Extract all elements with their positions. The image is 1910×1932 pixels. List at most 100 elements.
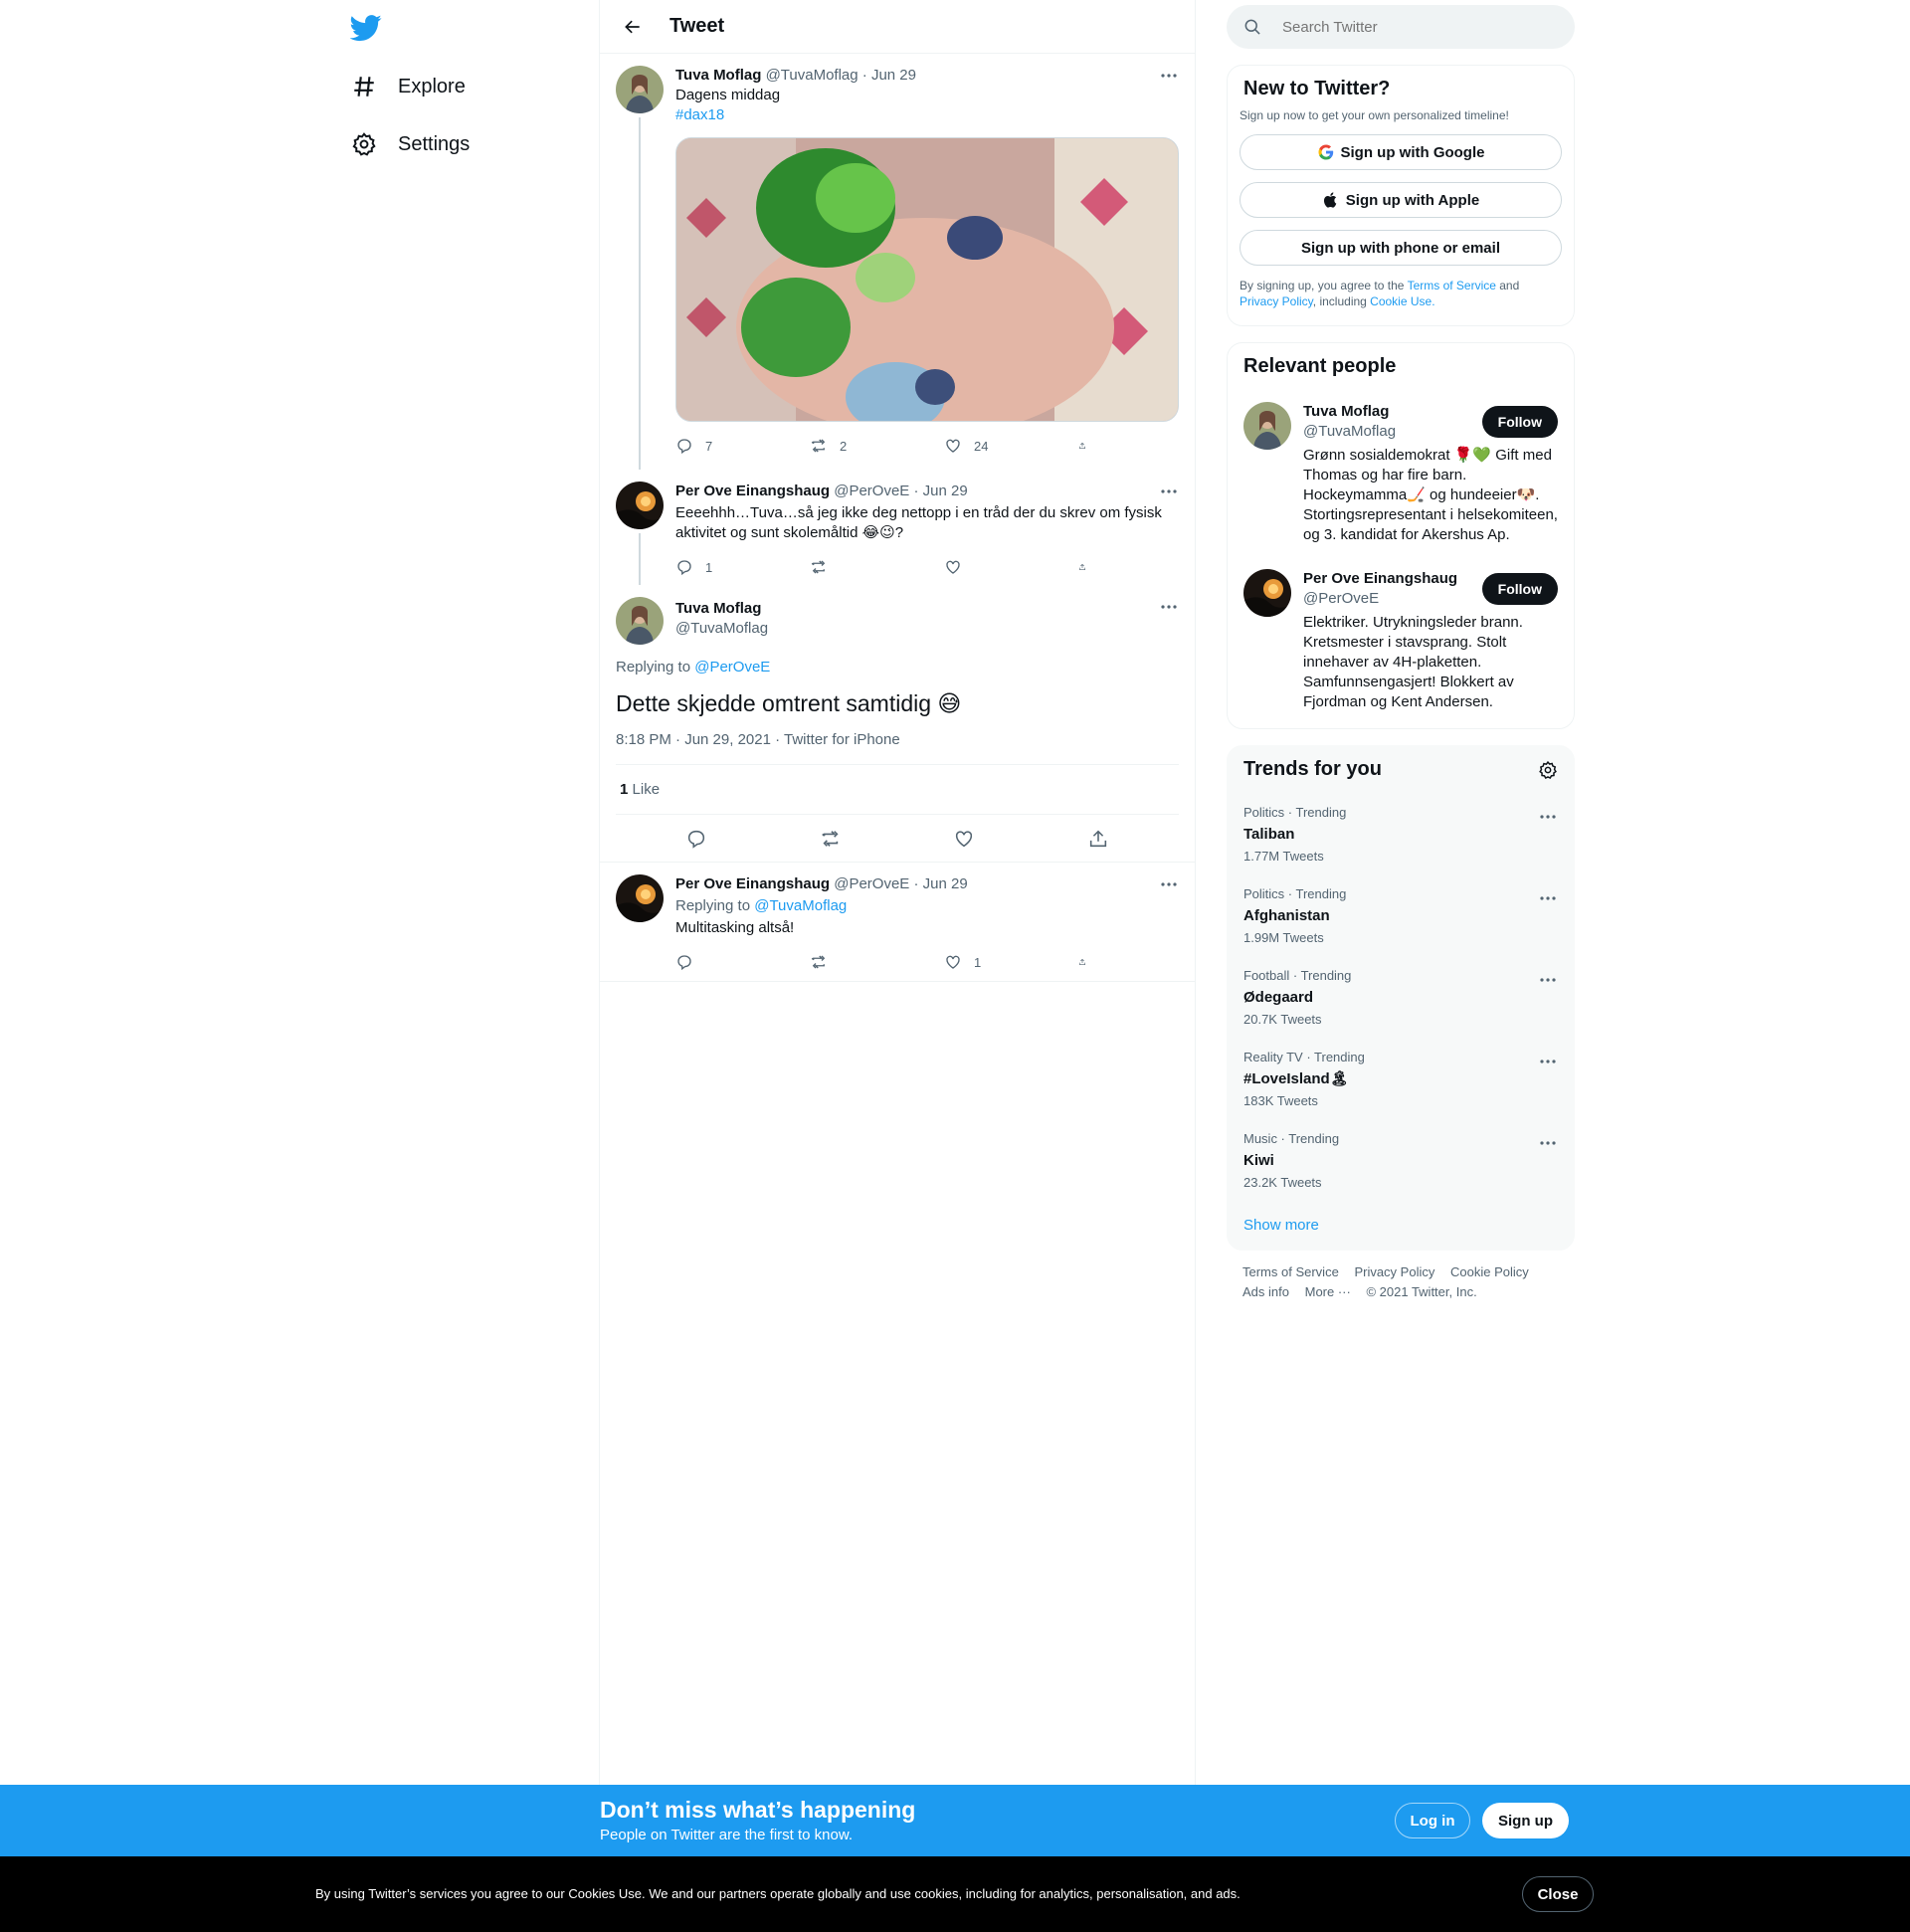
search-input[interactable] (1282, 18, 1541, 36)
author-handle[interactable]: @PerOveE (834, 874, 909, 894)
author-name[interactable]: Per Ove Einangshaug (675, 874, 830, 894)
trend-item[interactable]: Football · Trending Ødegaard 20.7K Tweet… (1228, 956, 1574, 1038)
terms-link[interactable]: Terms of Service (1408, 279, 1496, 292)
signup-banner: Don’t miss what’s happening People on Tw… (0, 1785, 1910, 1856)
trend-name: Kiwi (1243, 1152, 1274, 1169)
share-button[interactable] (1078, 953, 1098, 971)
retweet-icon (811, 560, 826, 574)
more-icon[interactable] (1159, 482, 1179, 501)
signup-phone-label: Sign up with phone or email (1300, 239, 1500, 257)
back-arrow-icon[interactable] (616, 10, 650, 44)
more-icon[interactable] (1538, 1052, 1558, 1076)
tweet-photo[interactable] (675, 137, 1179, 422)
more-icon[interactable] (1538, 1133, 1558, 1158)
heart-icon[interactable] (953, 828, 975, 850)
signup-button[interactable]: Sign up (1482, 1803, 1569, 1838)
hashtag-link[interactable]: #dax18 (675, 106, 724, 123)
mention-link[interactable]: @TuvaMoflag (754, 897, 847, 914)
follow-button[interactable]: Follow (1481, 573, 1558, 605)
cookie-close-button[interactable]: Close (1522, 1876, 1594, 1912)
avatar[interactable] (1243, 402, 1291, 450)
trend-context: Music · Trending (1243, 1131, 1340, 1146)
author-handle[interactable]: @TuvaMoflag (675, 619, 768, 639)
share-button[interactable] (1078, 437, 1098, 455)
privacy-link[interactable]: Privacy Policy (1240, 294, 1313, 308)
more-icon[interactable] (1159, 597, 1179, 617)
cookie-link[interactable]: Cookie Use. (1370, 294, 1434, 308)
author-handle[interactable]: @PerOveE (834, 482, 909, 501)
trend-count: 183K Tweets (1243, 1093, 1318, 1108)
search-box[interactable] (1227, 5, 1575, 49)
signup-google-button[interactable]: Sign up with Google (1240, 134, 1562, 170)
heart-icon (946, 439, 960, 453)
more-icon[interactable] (1538, 970, 1558, 995)
share-icon[interactable] (1087, 828, 1109, 850)
apple-icon (1323, 192, 1337, 208)
like-stats[interactable]: 1 Like (616, 765, 1179, 815)
person-item[interactable]: Per Ove Einangshaug @PerOveE Elektriker.… (1228, 557, 1574, 724)
footer-terms-link[interactable]: Terms of Service (1242, 1264, 1339, 1279)
reply-button[interactable]: 1 (675, 558, 765, 576)
show-more-link[interactable]: Show more (1228, 1201, 1574, 1250)
retweet-button[interactable] (810, 558, 899, 576)
retweet-icon[interactable] (820, 828, 842, 850)
footer-ads-link[interactable]: Ads info (1242, 1284, 1289, 1299)
tweet-meta[interactable]: 8:18 PM · Jun 29, 2021 · Twitter for iPh… (616, 731, 1179, 765)
mention-link[interactable]: @PerOveE (694, 659, 770, 676)
nav-explore[interactable]: Explore (350, 62, 466, 111)
avatar[interactable] (616, 874, 664, 922)
tweet-date[interactable]: · Jun 29 (913, 482, 967, 501)
footer-cookie-link[interactable]: Cookie Policy (1450, 1264, 1529, 1279)
trend-item[interactable]: Reality TV · Trending #LoveIsland🏝 183K … (1228, 1038, 1574, 1119)
footer-copyright: © 2021 Twitter, Inc. (1366, 1284, 1477, 1299)
more-icon[interactable] (1159, 874, 1179, 894)
author-handle[interactable]: @TuvaMoflag (766, 66, 859, 86)
reply-tweet[interactable]: Per Ove Einangshaug @PerOveE · Jun 29 Re… (600, 863, 1195, 982)
person-item[interactable]: Tuva Moflag @TuvaMoflag Grønn sosialdemo… (1228, 390, 1574, 557)
avatar[interactable] (1243, 569, 1291, 617)
avatar[interactable] (616, 66, 664, 113)
more-icon[interactable] (1538, 807, 1558, 832)
trend-item[interactable]: Politics · Trending Taliban 1.77M Tweets (1228, 793, 1574, 874)
thread-tweet[interactable]: Tuva Moflag @TuvaMoflag · Jun 29 Dagens … (600, 54, 1195, 470)
cookie-banner: By using Twitter’s services you agree to… (0, 1856, 1910, 1932)
reply-button[interactable] (675, 953, 765, 971)
avatar[interactable] (616, 482, 664, 529)
like-button[interactable]: 1 (944, 953, 1034, 971)
like-button[interactable] (944, 558, 1034, 576)
signup-apple-button[interactable]: Sign up with Apple (1240, 182, 1562, 218)
legal-text: By signing up, you agree to the Terms of… (1240, 278, 1562, 309)
author-name[interactable]: Tuva Moflag (675, 599, 768, 619)
share-button[interactable] (1078, 558, 1098, 576)
new-to-twitter-card: New to Twitter? Sign up now to get your … (1227, 65, 1575, 326)
card-title: Trends for you (1243, 758, 1382, 780)
right-sidebar: New to Twitter? Sign up now to get your … (1227, 0, 1575, 1314)
footer-more-link[interactable]: More ··· (1305, 1284, 1351, 1299)
tweet-date[interactable]: · Jun 29 (862, 66, 916, 86)
avatar[interactable] (616, 597, 664, 645)
like-button[interactable]: 24 (944, 437, 1034, 455)
reply-icon[interactable] (685, 828, 707, 850)
trend-item[interactable]: Politics · Trending Afghanistan 1.99M Tw… (1228, 874, 1574, 956)
author-name[interactable]: Tuva Moflag (675, 66, 761, 86)
tweet-date[interactable]: · Jun 29 (913, 874, 967, 894)
footer-privacy-link[interactable]: Privacy Policy (1354, 1264, 1434, 1279)
signup-phone-button[interactable]: Sign up with phone or email (1240, 230, 1562, 266)
follow-button[interactable]: Follow (1481, 406, 1558, 438)
author-name[interactable]: Per Ove Einangshaug (675, 482, 830, 501)
tweet-text: Multitasking altså! (675, 919, 795, 936)
retweet-button[interactable] (810, 953, 899, 971)
retweet-button[interactable]: 2 (810, 437, 899, 455)
thread-tweet[interactable]: Per Ove Einangshaug @PerOveE · Jun 29 Ee… (600, 470, 1195, 585)
more-icon[interactable] (1538, 888, 1558, 913)
gear-icon[interactable] (1538, 760, 1558, 780)
trend-item[interactable]: Music · Trending Kiwi 23.2K Tweets (1228, 1119, 1574, 1201)
relevant-people-card: Relevant people Tuva Moflag @TuvaMoflag … (1227, 342, 1575, 729)
reply-icon (677, 560, 691, 576)
nav-settings[interactable]: Settings (350, 119, 470, 169)
more-icon[interactable] (1159, 66, 1179, 86)
reply-button[interactable]: 7 (675, 437, 765, 455)
google-icon (1318, 144, 1333, 160)
twitter-bird-icon[interactable] (349, 12, 382, 44)
login-button[interactable]: Log in (1395, 1803, 1470, 1838)
